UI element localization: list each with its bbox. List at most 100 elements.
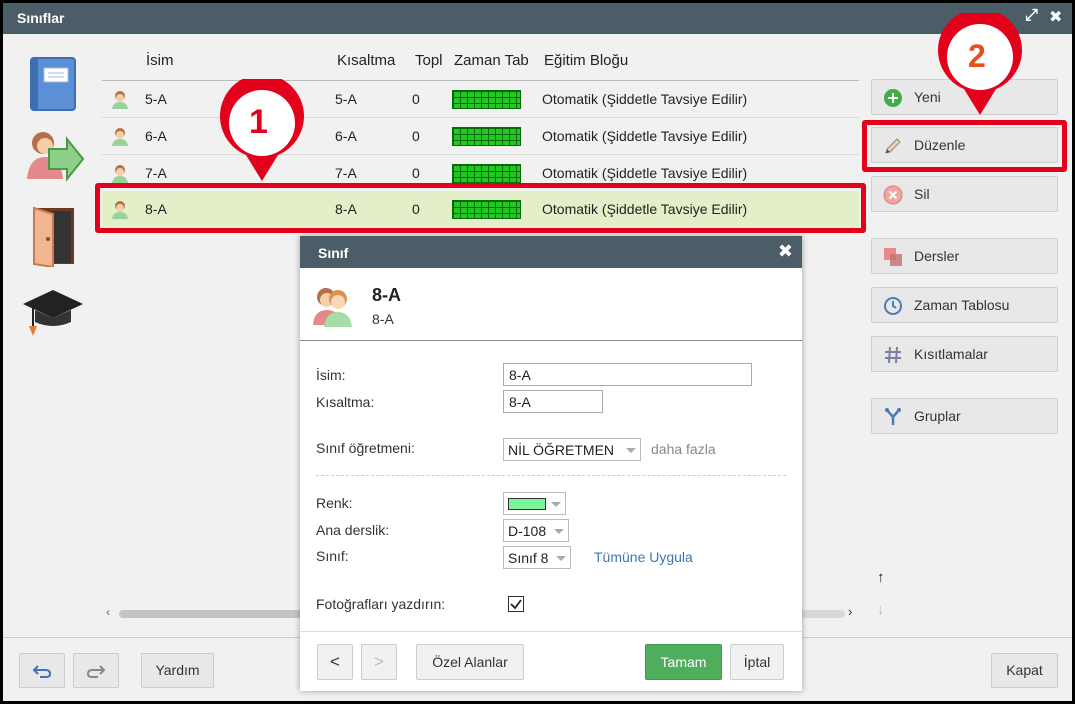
classes-students-icon[interactable]	[23, 129, 85, 189]
color-select[interactable]	[503, 492, 566, 515]
row-total: 0	[412, 91, 420, 107]
teacher-select-value: NİL ÖĞRETMEN	[508, 442, 615, 458]
home-room-value: D-108	[508, 523, 547, 539]
col-timetable-header[interactable]: Zaman Tab	[454, 52, 529, 69]
classrooms-door-icon[interactable]	[31, 205, 77, 267]
checkmark-icon	[510, 599, 522, 610]
cancel-button[interactable]: İptal	[730, 644, 784, 680]
lessons-button[interactable]: Dersler	[871, 238, 1058, 274]
dialog-titlebar: Sınıf ✖	[300, 236, 802, 268]
apply-all-link[interactable]: Tümüne Uygula	[594, 549, 693, 565]
row-name: 6-A	[145, 128, 167, 144]
row-block: Otomatik (Şiddetle Tavsiye Edilir)	[542, 128, 748, 144]
row-block: Otomatik (Şiddetle Tavsiye Edilir)	[542, 165, 748, 181]
teacher-label: Sınıf öğretmeni:	[316, 440, 415, 456]
chevron-down-icon	[551, 502, 561, 507]
row-abbr: 7-A	[335, 165, 357, 181]
next-button[interactable]: >	[361, 644, 397, 680]
row-timetable-grid	[452, 90, 521, 109]
move-down-arrow-icon[interactable]: ↓	[877, 601, 885, 618]
col-total-header[interactable]: Topl	[415, 52, 443, 69]
table-row[interactable]: 6-A 6-A 0 Otomatik (Şiddetle Tavsiye Edi…	[102, 118, 859, 155]
delete-x-circle-icon	[883, 185, 903, 205]
redo-arrow-icon	[86, 665, 106, 678]
chevron-down-icon	[554, 529, 564, 534]
col-abbr-header[interactable]: Kısaltma	[337, 52, 395, 69]
name-input[interactable]	[503, 363, 752, 386]
custom-fields-button[interactable]: Özel Alanlar	[416, 644, 524, 680]
plus-circle-icon	[884, 89, 902, 107]
grade-select[interactable]: Sınıf 8	[503, 546, 571, 569]
teacher-select[interactable]: NİL ÖĞRETMEN	[503, 438, 641, 461]
color-swatch	[508, 498, 546, 510]
abbr-label: Kısaltma:	[316, 394, 375, 410]
callout-number-1: 1	[249, 103, 268, 141]
help-button[interactable]: Yardım	[141, 653, 214, 688]
ok-button[interactable]: Tamam	[645, 644, 722, 680]
row-timetable-grid	[452, 164, 521, 183]
dialog-footer-divider	[300, 631, 802, 632]
row-abbr: 5-A	[335, 91, 357, 107]
name-label: İsim:	[316, 367, 346, 383]
student-icon	[112, 165, 128, 183]
undo-arrow-icon	[32, 665, 52, 678]
graduation-cap-icon[interactable]	[21, 286, 85, 338]
dialog-title: Sınıf	[318, 245, 349, 261]
groups-button[interactable]: Gruplar	[871, 398, 1058, 434]
delete-button[interactable]: Sil	[871, 176, 1058, 212]
dialog-heading-name: 8-A	[372, 285, 402, 305]
undo-button[interactable]	[19, 653, 65, 688]
more-link[interactable]: daha fazla	[651, 441, 716, 457]
row-name: 5-A	[145, 91, 167, 107]
row-abbr: 6-A	[335, 128, 357, 144]
dialog-dashed-divider	[316, 475, 786, 476]
class-students-icon	[313, 288, 352, 327]
subjects-book-icon[interactable]	[27, 56, 77, 112]
dialog-heading-sub: 8-A	[372, 311, 394, 327]
grade-value: Sınıf 8	[508, 550, 549, 566]
timetable-button[interactable]: Zaman Tablosu	[871, 287, 1058, 323]
scroll-right-arrow-icon[interactable]: ›	[848, 604, 852, 619]
row-block: Otomatik (Şiddetle Tavsiye Edilir)	[542, 91, 748, 107]
chevron-down-icon	[626, 448, 636, 453]
callout-number-2: 2	[968, 38, 986, 74]
lessons-button-label: Dersler	[914, 248, 960, 264]
chevron-down-icon	[556, 556, 566, 561]
row-total: 0	[412, 128, 420, 144]
scrollbar-thumb[interactable]	[119, 610, 319, 618]
clock-icon	[884, 297, 902, 315]
col-name-header[interactable]: İsim	[146, 52, 174, 69]
window-title: Sınıflar	[17, 10, 65, 26]
constraints-button[interactable]: Kısıtlamalar	[871, 336, 1058, 372]
table-row[interactable]: 5-A 5-A 0 Otomatik (Şiddetle Tavsiye Edi…	[102, 81, 859, 118]
col-block-header[interactable]: Eğitim Bloğu	[544, 52, 628, 69]
dialog-close-icon[interactable]: ✖	[778, 241, 793, 262]
row-total: 0	[412, 165, 420, 181]
prev-button[interactable]: <	[317, 644, 353, 680]
classes-window: Sınıflar ⤢ ✖ İsim Kısaltma Topl Zaman Ta…	[3, 3, 1072, 701]
redo-button[interactable]	[73, 653, 119, 688]
maximize-icon[interactable]: ⤢	[1025, 7, 1038, 25]
row-timetable-grid	[452, 127, 521, 146]
home-room-label: Ana derslik:	[316, 522, 390, 538]
constraints-button-label: Kısıtlamalar	[914, 346, 988, 362]
scroll-left-arrow-icon[interactable]: ‹	[106, 605, 110, 619]
row-name: 7-A	[145, 165, 167, 181]
class-dialog: Sınıf ✖ 8-A 8-A İsim: Kısaltma: Sınıf öğ…	[300, 236, 802, 691]
highlight-selected-row	[95, 183, 866, 233]
home-room-select[interactable]: D-108	[503, 519, 569, 542]
student-icon	[112, 128, 128, 146]
window-titlebar: Sınıflar ⤢ ✖	[3, 3, 1072, 34]
highlight-edit-button	[862, 120, 1067, 172]
print-photos-label: Fotoğrafları yazdırın:	[316, 596, 446, 612]
lessons-squares-icon	[884, 248, 902, 266]
close-button[interactable]: Kapat	[991, 653, 1058, 688]
color-label: Renk:	[316, 495, 353, 511]
close-icon[interactable]: ✖	[1049, 7, 1062, 27]
dialog-header-divider	[300, 340, 802, 341]
hash-icon	[885, 346, 901, 364]
print-photos-checkbox[interactable]	[508, 596, 524, 612]
abbr-input[interactable]	[503, 390, 603, 413]
move-up-arrow-icon[interactable]: ↑	[877, 569, 885, 586]
groups-button-label: Gruplar	[914, 408, 961, 424]
